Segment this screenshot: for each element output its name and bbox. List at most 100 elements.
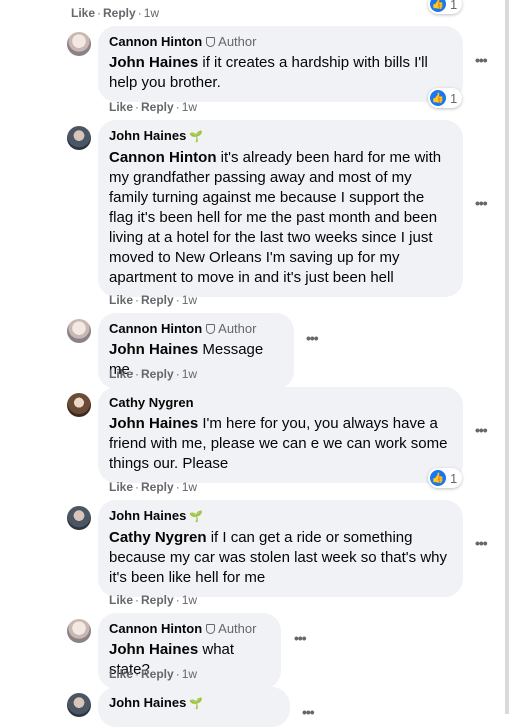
reaction-count-value: 1: [450, 470, 458, 486]
reaction-count[interactable]: 👍 1: [428, 468, 463, 488]
comment-actions: Like · Reply · 1w: [109, 100, 197, 114]
author-badge: Author: [218, 321, 257, 336]
reply-link[interactable]: Reply: [103, 6, 136, 20]
more-options-icon[interactable]: •••: [302, 704, 315, 720]
like-link[interactable]: Like: [109, 667, 133, 681]
scrollbar-track[interactable]: [505, 0, 509, 714]
shield-icon: [206, 624, 216, 634]
like-link[interactable]: Like: [109, 367, 133, 381]
mention-link[interactable]: John Haines: [109, 54, 198, 71]
separator: ·: [175, 667, 180, 681]
more-options-icon[interactable]: •••: [306, 330, 319, 346]
reaction-count-value: 1: [450, 90, 458, 106]
shield-icon: [206, 324, 216, 334]
reply-link[interactable]: Reply: [141, 593, 174, 607]
comment-actions: Like · Reply · 1w: [71, 6, 159, 20]
like-link[interactable]: Like: [109, 100, 133, 114]
mention-link[interactable]: John Haines: [109, 641, 198, 658]
more-options-icon[interactable]: •••: [475, 422, 488, 438]
timestamp[interactable]: 1w: [144, 6, 159, 20]
comment-author[interactable]: Cathy Nygren: [109, 395, 194, 410]
mention-link[interactable]: John Haines: [109, 341, 198, 358]
comment-text: John Haines if it creates a hardship wit…: [109, 53, 451, 93]
avatar[interactable]: [67, 32, 91, 56]
separator: ·: [175, 293, 180, 307]
reaction-count[interactable]: 👍 1: [428, 0, 463, 14]
avatar[interactable]: [67, 126, 91, 150]
avatar[interactable]: [67, 393, 91, 417]
avatar[interactable]: [67, 619, 91, 643]
separator: ·: [135, 367, 140, 381]
shield-icon: [206, 37, 216, 47]
comment-header: John Haines 🌱: [109, 128, 451, 145]
mention-link[interactable]: Cannon Hinton: [109, 149, 216, 166]
comment-header: Cannon Hinton Author: [109, 34, 451, 50]
reply-link[interactable]: Reply: [141, 667, 174, 681]
comment-actions: Like · Reply · 1w: [109, 667, 197, 681]
avatar[interactable]: [67, 693, 91, 717]
comment-actions: Like · Reply · 1w: [109, 293, 197, 307]
comment-author[interactable]: John Haines: [109, 128, 186, 143]
more-options-icon[interactable]: •••: [475, 52, 488, 68]
new-member-icon: 🌱: [189, 511, 203, 523]
timestamp[interactable]: 1w: [182, 100, 197, 114]
reply-link[interactable]: Reply: [141, 100, 174, 114]
more-options-icon[interactable]: •••: [475, 195, 488, 211]
new-member-icon: 🌱: [189, 131, 203, 143]
author-badge: Author: [218, 34, 257, 49]
comment-header: Cannon Hinton Author: [109, 321, 282, 337]
comment-body: it's already been hard for me with my gr…: [109, 149, 442, 286]
comment-bubble: John Haines 🌱: [98, 687, 290, 727]
comment-actions: Like · Reply · 1w: [109, 593, 197, 607]
comment-header: Cathy Nygren: [109, 395, 451, 411]
comment-author[interactable]: Cannon Hinton: [109, 621, 202, 636]
reply-link[interactable]: Reply: [141, 367, 174, 381]
separator: ·: [175, 593, 180, 607]
comment-text: John Haines I'm here for you, you always…: [109, 414, 451, 474]
timestamp[interactable]: 1w: [182, 667, 197, 681]
timestamp[interactable]: 1w: [182, 480, 197, 494]
comment-author[interactable]: Cannon Hinton: [109, 34, 202, 49]
comment-actions: Like · Reply · 1w: [109, 480, 197, 494]
mention-link[interactable]: John Haines: [109, 415, 198, 432]
separator: ·: [97, 6, 102, 20]
mention-link[interactable]: Cathy Nygren: [109, 529, 207, 546]
like-reaction-icon: 👍: [430, 470, 446, 486]
comment-bubble: Cannon Hinton Author John Haines if it cr…: [98, 26, 463, 102]
reply-link[interactable]: Reply: [141, 480, 174, 494]
reaction-count-value: 1: [450, 0, 458, 12]
new-member-icon: 🌱: [189, 698, 203, 710]
author-badge: Author: [218, 621, 257, 636]
separator: ·: [137, 6, 142, 20]
timestamp[interactable]: 1w: [182, 293, 197, 307]
timestamp[interactable]: 1w: [182, 367, 197, 381]
reply-link[interactable]: Reply: [141, 293, 174, 307]
more-options-icon[interactable]: •••: [475, 535, 488, 551]
like-reaction-icon: 👍: [430, 0, 446, 12]
comment-bubble: Cathy Nygren John Haines I'm here for yo…: [98, 387, 463, 483]
comment-actions: Like · Reply · 1w: [109, 367, 197, 381]
comment-author[interactable]: Cannon Hinton: [109, 321, 202, 336]
avatar[interactable]: [67, 319, 91, 343]
more-options-icon[interactable]: •••: [294, 630, 307, 646]
reaction-count[interactable]: 👍 1: [428, 88, 463, 108]
comment-text: Cannon Hinton it's already been hard for…: [109, 148, 451, 288]
comment-author[interactable]: John Haines: [109, 695, 186, 710]
comment-bubble: John Haines 🌱 Cannon Hinton it's already …: [98, 120, 463, 297]
like-link[interactable]: Like: [109, 593, 133, 607]
separator: ·: [175, 367, 180, 381]
comment-author[interactable]: John Haines: [109, 508, 186, 523]
separator: ·: [175, 480, 180, 494]
like-link[interactable]: Like: [109, 480, 133, 494]
separator: ·: [135, 593, 140, 607]
like-link[interactable]: Like: [71, 6, 95, 20]
timestamp[interactable]: 1w: [182, 593, 197, 607]
avatar[interactable]: [67, 506, 91, 530]
comment-header: John Haines 🌱: [109, 695, 278, 712]
like-link[interactable]: Like: [109, 293, 133, 307]
separator: ·: [135, 667, 140, 681]
separator: ·: [175, 100, 180, 114]
separator: ·: [135, 480, 140, 494]
comment-bubble: John Haines 🌱 Cathy Nygren if I can get a…: [98, 500, 463, 597]
comment-text: Cathy Nygren if I can get a ride or some…: [109, 528, 451, 588]
